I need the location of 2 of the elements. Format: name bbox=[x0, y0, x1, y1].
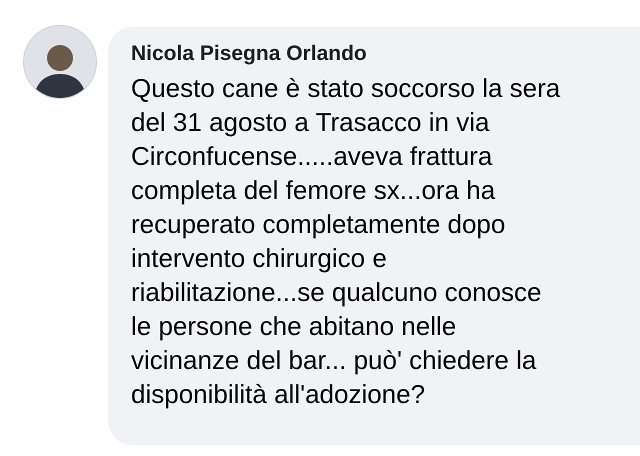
author-name[interactable]: Nicola Pisegna Orlando bbox=[131, 41, 367, 67]
comment-text: Questo cane è stato soccorso la sera del 31 agosto a Trasacco in via Circonfucense.....aveva frattura completa del femore sx...ora ha recuperato completamente dopo intervento chirurgico e riabilitazione...se qualcuno conosce le persone che abitano nelle vicinanze del bar... può' chiedere la disponibilità all'adozione? bbox=[131, 72, 560, 411]
